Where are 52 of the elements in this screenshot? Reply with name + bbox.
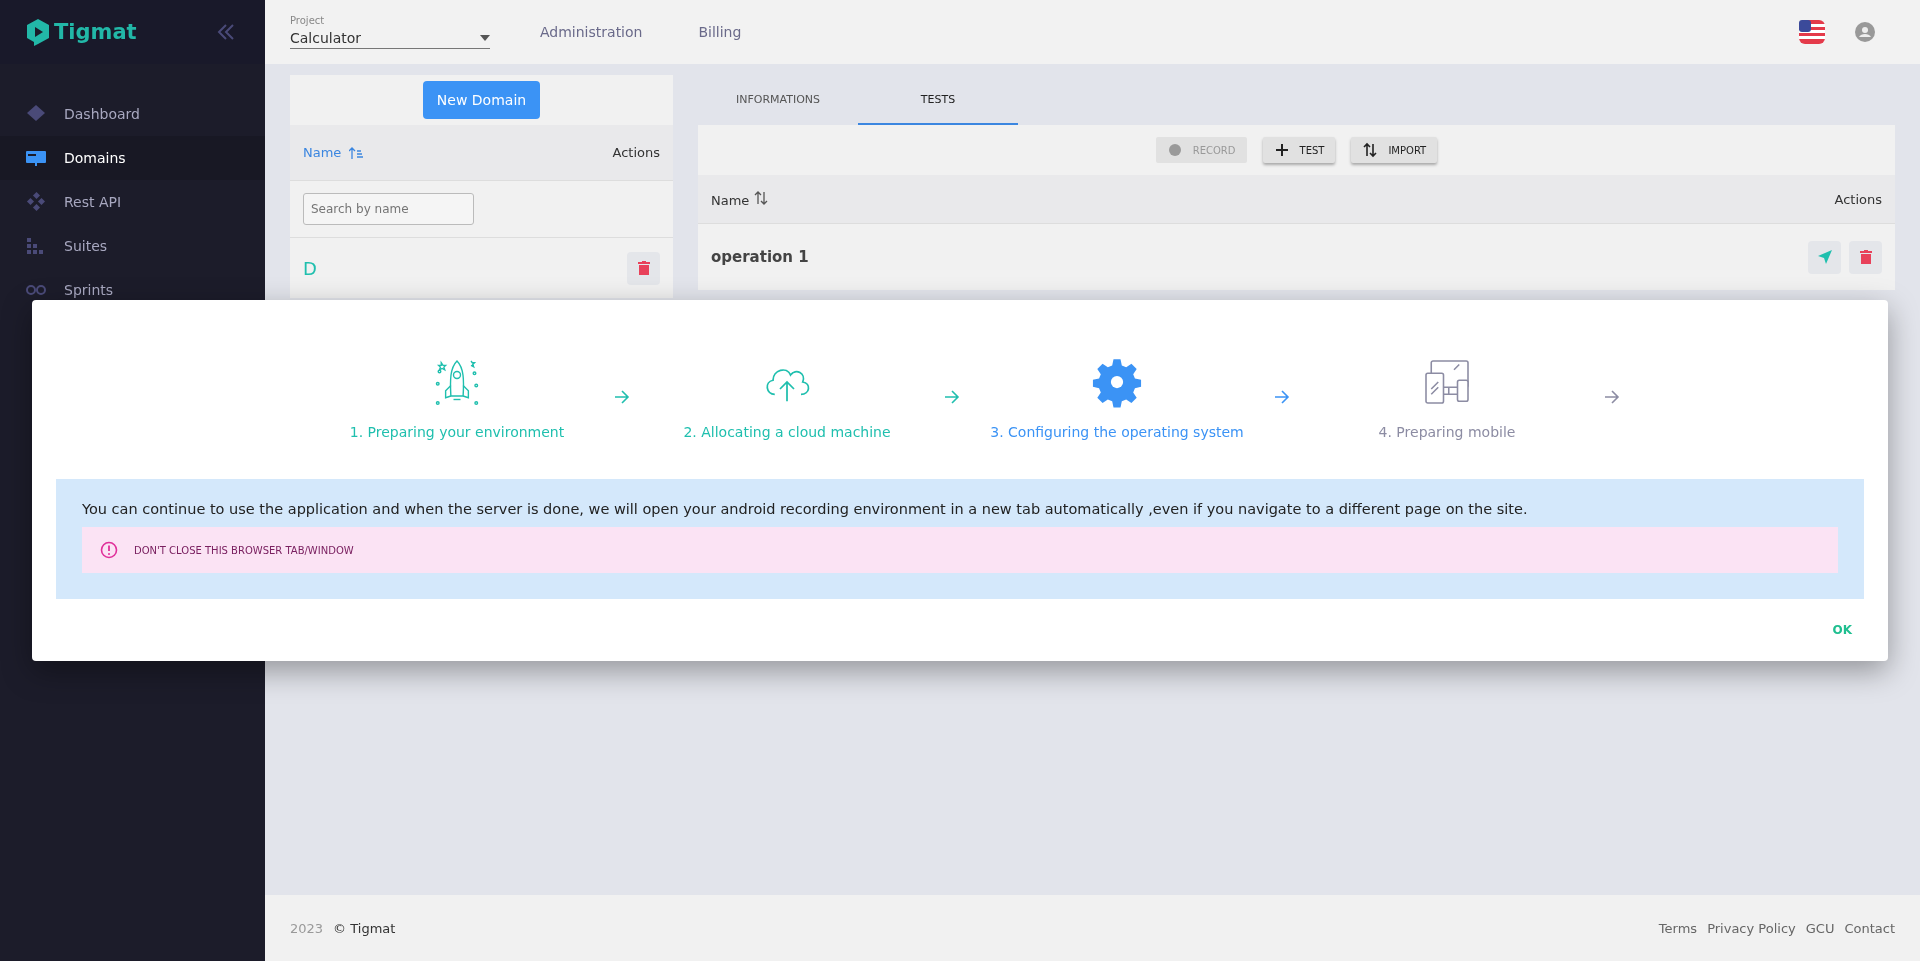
toolbar-button[interactable]: IMPORT bbox=[1351, 137, 1438, 163]
toolbar-button[interactable]: TEST bbox=[1262, 137, 1336, 163]
sidebar-item[interactable]: Sprints bbox=[0, 268, 265, 312]
trash-icon bbox=[1859, 250, 1872, 264]
dropdown-caret-icon bbox=[480, 35, 490, 41]
step-label: 2. Allocating a cloud machine bbox=[683, 424, 891, 440]
nav-link[interactable]: Administration bbox=[534, 23, 649, 41]
arrow-icon bbox=[1604, 390, 1620, 404]
trash-icon bbox=[637, 261, 650, 275]
collapse-icon[interactable] bbox=[217, 24, 235, 40]
column-header: Actions bbox=[1834, 191, 1882, 207]
warning-text: DON'T CLOSE THIS BROWSER TAB/WINDOW bbox=[134, 544, 354, 556]
nav-link[interactable]: Billing bbox=[692, 23, 748, 41]
logo-icon bbox=[26, 18, 50, 46]
arrow-icon bbox=[944, 390, 960, 404]
column-header: Actions bbox=[612, 145, 660, 160]
step-label: 4. Preparing mobile bbox=[1378, 424, 1516, 440]
delete-button[interactable] bbox=[1849, 240, 1882, 274]
brand-name: Tigmat bbox=[54, 20, 137, 44]
sidebar-item[interactable]: Suites bbox=[0, 224, 265, 268]
step-label: 1. Preparing your environment bbox=[349, 424, 565, 440]
user-avatar-icon[interactable] bbox=[1855, 22, 1875, 42]
send-button[interactable] bbox=[1808, 240, 1841, 274]
warning-icon bbox=[100, 541, 118, 559]
new-domain-button[interactable]: New Domain bbox=[422, 81, 541, 119]
footer-link[interactable]: Privacy Policy bbox=[1707, 920, 1796, 936]
name-column-header[interactable]: Name bbox=[711, 190, 768, 208]
delete-button[interactable] bbox=[627, 251, 660, 285]
send-icon bbox=[1816, 249, 1833, 265]
footer-link[interactable]: GCU bbox=[1805, 920, 1835, 936]
record-dot-icon bbox=[1166, 142, 1183, 158]
sidebar-item[interactable]: Dashboard bbox=[0, 92, 265, 136]
test-name[interactable]: operation 1 bbox=[711, 248, 809, 266]
copyright-text: © Tigmat bbox=[333, 920, 396, 936]
info-message: You can continue to use the application and when the server is done, we will open your android recording environment in a new tab automatically ,even if you navigate to a different page on the site. bbox=[82, 501, 1529, 517]
sort-icon bbox=[349, 146, 364, 159]
sidebar-item[interactable]: Rest API bbox=[0, 180, 265, 224]
footer-link[interactable]: Terms bbox=[1658, 920, 1698, 936]
plus-icon bbox=[1273, 142, 1290, 158]
arrow-icon bbox=[1274, 390, 1290, 404]
arrow-icon bbox=[614, 390, 630, 404]
project-select[interactable]: Project Calculator bbox=[290, 15, 490, 49]
arrows-icon bbox=[1362, 142, 1379, 158]
flag-icon[interactable] bbox=[1799, 20, 1825, 44]
footer-link[interactable]: Contact bbox=[1844, 920, 1895, 936]
step-label: 3. Configuring the operating system bbox=[990, 424, 1244, 440]
sort-icon bbox=[753, 190, 768, 205]
sidebar-item[interactable]: Domains bbox=[0, 136, 265, 180]
search-field[interactable]: Search by name bbox=[303, 193, 474, 225]
sidebar-item-icon bbox=[24, 190, 48, 214]
footer-year: 2023 bbox=[290, 920, 324, 936]
tab[interactable]: INFORMATIONS bbox=[698, 75, 858, 125]
